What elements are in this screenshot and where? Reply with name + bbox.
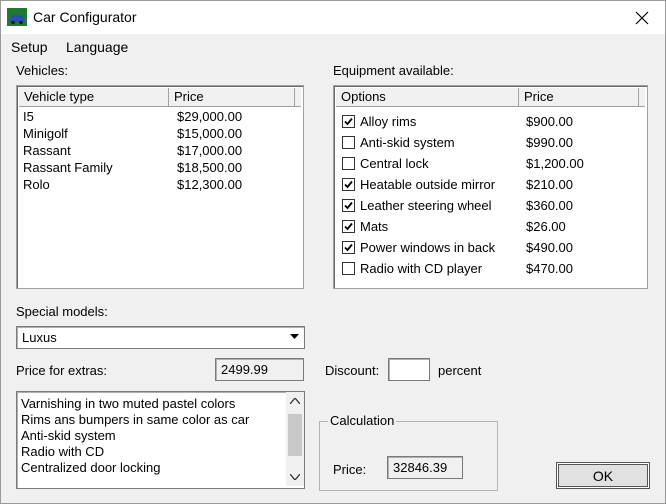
option-price: $900.00	[526, 114, 573, 129]
checkbox-central-lock[interactable]	[342, 157, 355, 170]
description-line: Anti-skid system	[21, 428, 116, 443]
vehicle-type: Rassant Family	[23, 160, 113, 175]
chevron-down-icon	[290, 334, 299, 339]
special-models-label: Special models:	[16, 304, 108, 319]
vehicle-row[interactable]: I5 $29,000.00	[21, 108, 299, 125]
ok-button[interactable]: OK	[556, 462, 650, 489]
checkbox-power-windows-in-back[interactable]	[342, 241, 355, 254]
title-bar: Car Configurator	[1, 1, 665, 34]
checkbox-leather-steering-wheel[interactable]	[342, 199, 355, 212]
vehicle-row[interactable]: Rassant $17,000.00	[21, 142, 299, 159]
dropdown-arrow-button[interactable]	[286, 328, 303, 345]
close-icon	[635, 11, 649, 24]
price-for-extras-field: 2499.99	[215, 358, 304, 381]
column-header-vehicle-type[interactable]: Vehicle type	[19, 88, 169, 106]
checkmark-icon	[344, 201, 353, 210]
vehicles-list[interactable]: Vehicle type Price I5 $29,000.00 Minigol…	[16, 85, 304, 289]
equipment-row-mats[interactable]: Mats $26.00	[338, 216, 643, 237]
menu-setup[interactable]: Setup	[11, 39, 48, 55]
close-button[interactable]	[619, 1, 665, 34]
discount-percent-label: percent	[438, 363, 482, 378]
option-name: Leather steering wheel	[360, 198, 492, 213]
equipment-row-anti-skid-system[interactable]: Anti-skid system $990.00	[338, 132, 643, 153]
window-title: Car Configurator	[33, 9, 137, 25]
option-price: $360.00	[526, 198, 573, 213]
equipment-row-central-lock[interactable]: Central lock $1,200.00	[338, 153, 643, 174]
option-price: $470.00	[526, 261, 573, 276]
equipment-row-power-windows-in-back[interactable]: Power windows in back $490.00	[338, 237, 643, 258]
option-name: Power windows in back	[360, 240, 496, 255]
menu-bar: Setup Language	[1, 35, 665, 57]
discount-label: Discount:	[325, 363, 380, 378]
checkmark-icon	[344, 222, 353, 231]
scrollbar-thumb[interactable]	[288, 414, 302, 456]
discount-input[interactable]	[388, 358, 430, 381]
vehicle-type: I5	[23, 109, 34, 124]
price-for-extras-value: 2499.99	[221, 362, 268, 377]
calculation-group: Calculation Price: 32846.39	[319, 413, 498, 491]
option-name: Central lock	[360, 156, 429, 171]
price-for-extras-label: Price for extras:	[16, 363, 108, 378]
checkbox-heatable-outside-mirror[interactable]	[342, 178, 355, 191]
option-name: Mats	[360, 219, 389, 234]
column-header-price[interactable]: Price	[519, 88, 639, 106]
option-price: $490.00	[526, 240, 573, 255]
calculation-price-label: Price:	[333, 462, 367, 477]
description-line: Rims ans bumpers in same color as car	[21, 412, 250, 427]
option-name: Radio with CD player	[360, 261, 483, 276]
vehicle-price: $29,000.00	[177, 109, 243, 124]
vehicle-type: Rassant	[23, 143, 71, 158]
equipment-row-radio-with-cd-player[interactable]: Radio with CD player $470.00	[338, 258, 643, 279]
option-name: Heatable outside mirror	[360, 177, 496, 192]
option-price: $210.00	[526, 177, 573, 192]
description-line: Centralized door locking	[21, 460, 161, 475]
equipment-label: Equipment available:	[333, 63, 454, 78]
vehicle-type: Minigolf	[23, 126, 68, 141]
vehicle-price: $12,300.00	[177, 177, 243, 192]
vehicle-price: $15,000.00	[177, 126, 243, 141]
checkbox-mats[interactable]	[342, 220, 355, 233]
menu-language[interactable]: Language	[66, 39, 128, 55]
option-price: $26.00	[526, 219, 566, 234]
equipment-row-leather-steering-wheel[interactable]: Leather steering wheel $360.00	[338, 195, 643, 216]
special-models-selected: Luxus	[22, 330, 57, 345]
equipment-row-heatable-outside-mirror[interactable]: Heatable outside mirror $210.00	[338, 174, 643, 195]
option-price: $1,200.00	[526, 156, 584, 171]
description-lines: Varnishing in two muted pastel colors Ri…	[21, 396, 249, 476]
scroll-down-icon[interactable]	[290, 474, 300, 480]
column-header-price[interactable]: Price	[169, 88, 295, 106]
description-line: Varnishing in two muted pastel colors	[21, 396, 236, 411]
vehicles-list-header: Vehicle type Price	[19, 88, 301, 107]
calculation-price-field: 32846.39	[387, 456, 463, 479]
option-price: $990.00	[526, 135, 573, 150]
option-name: Alloy rims	[360, 114, 417, 129]
equipment-list[interactable]: Options Price Alloy rims $900.00 Anti-sk…	[333, 85, 648, 289]
checkbox-radio-with-cd-player[interactable]	[342, 262, 355, 275]
special-models-dropdown[interactable]: Luxus	[16, 326, 305, 349]
vehicle-price: $17,000.00	[177, 143, 243, 158]
car-configurator-window: Car Configurator Setup Language Vehicles…	[0, 0, 666, 504]
calculation-group-title: Calculation	[328, 413, 397, 428]
vehicle-type: Rolo	[23, 177, 50, 192]
car-icon	[7, 8, 27, 26]
vehicles-label: Vehicles:	[16, 63, 69, 78]
checkmark-icon	[344, 180, 353, 189]
vehicle-row[interactable]: Rolo $12,300.00	[21, 176, 299, 193]
vehicle-row[interactable]: Rassant Family $18,500.00	[21, 159, 299, 176]
vehicle-price: $18,500.00	[177, 160, 243, 175]
checkbox-alloy-rims[interactable]	[342, 115, 355, 128]
vehicle-row[interactable]: Minigolf $15,000.00	[21, 125, 299, 142]
description-line: Radio with CD	[21, 444, 105, 459]
checkbox-anti-skid-system[interactable]	[342, 136, 355, 149]
checkmark-icon	[344, 117, 353, 126]
vertical-scrollbar[interactable]	[286, 392, 304, 486]
equipment-row-alloy-rims[interactable]: Alloy rims $900.00	[338, 111, 643, 132]
checkmark-icon	[344, 243, 353, 252]
option-name: Anti-skid system	[360, 135, 455, 150]
model-description-textbox[interactable]: Varnishing in two muted pastel colors Ri…	[16, 391, 305, 489]
scroll-up-icon[interactable]	[290, 398, 300, 404]
column-header-options[interactable]: Options	[336, 88, 519, 106]
equipment-list-header: Options Price	[336, 88, 645, 107]
calculation-price-value: 32846.39	[393, 460, 448, 475]
